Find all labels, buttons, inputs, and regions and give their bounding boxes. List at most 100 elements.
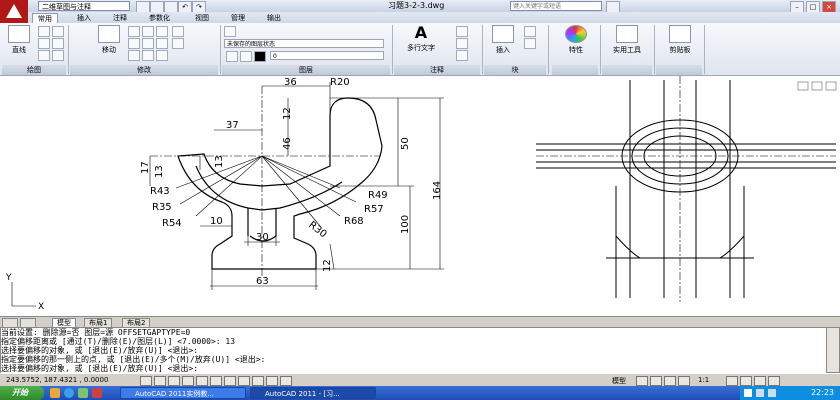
- quick-properties-icon[interactable]: [280, 376, 292, 386]
- sun-icon[interactable]: [240, 51, 252, 62]
- line-button[interactable]: 直线: [4, 25, 34, 55]
- command-window[interactable]: 当前设置: 删除源=否 图层=源 OFFSETGAPTYPE=0 指定偏移距离或…: [0, 327, 828, 375]
- utilities-button[interactable]: 实用工具: [604, 25, 650, 55]
- layer-state-dropdown[interactable]: 未保存的图层状态: [224, 39, 384, 48]
- search-input[interactable]: 键入关键字或短语: [510, 1, 602, 11]
- language-icon[interactable]: [744, 389, 752, 397]
- tab-annotate[interactable]: 注释: [108, 13, 132, 23]
- media-icon[interactable]: [78, 388, 88, 398]
- divider: [600, 25, 601, 74]
- properties-button[interactable]: 特性: [556, 25, 596, 55]
- dim-r30: R30: [306, 220, 328, 241]
- command-scrollbar[interactable]: [826, 327, 840, 373]
- annotation-visibility-icon[interactable]: [726, 376, 738, 386]
- leader-icon[interactable]: [456, 38, 468, 49]
- annotation-scale[interactable]: 1:1: [698, 376, 709, 384]
- tab-parametric[interactable]: 参数化: [144, 13, 175, 23]
- object-snap-icon[interactable]: [210, 376, 222, 386]
- current-layer-dropdown[interactable]: 0: [270, 51, 384, 60]
- mirror-icon[interactable]: [142, 38, 154, 49]
- create-block-icon[interactable]: [524, 26, 536, 37]
- polar-tracking-icon[interactable]: [196, 376, 208, 386]
- panel-properties-expander[interactable]: [552, 65, 598, 75]
- clipboard-button[interactable]: 剪贴板: [660, 25, 700, 55]
- ellipse-icon[interactable]: [38, 50, 50, 61]
- autocad-quick-icon[interactable]: [92, 388, 102, 398]
- clock[interactable]: 22:23: [811, 386, 834, 400]
- drawing-svg[interactable]: 36 R20 12 46 50 37 13 17 13 R43 R35 R54 …: [0, 76, 840, 316]
- stretch-icon[interactable]: [128, 50, 140, 61]
- zoom-icon[interactable]: [678, 376, 690, 386]
- tab-manage[interactable]: 管理: [226, 13, 250, 23]
- panel-modify-label[interactable]: 修改: [70, 65, 218, 75]
- trim-icon[interactable]: [142, 26, 154, 37]
- tab-insert[interactable]: 插入: [72, 13, 96, 23]
- model-space-label[interactable]: 模型: [612, 376, 626, 386]
- utilities-label: 实用工具: [613, 46, 641, 54]
- properties-label: 特性: [569, 46, 583, 54]
- lineweight-icon[interactable]: [266, 376, 278, 386]
- panel-annotation-label[interactable]: 注释: [394, 65, 480, 75]
- snap-mode-icon[interactable]: [154, 376, 166, 386]
- start-button[interactable]: 开始: [0, 386, 44, 400]
- workspace-switch-icon[interactable]: [740, 376, 752, 386]
- panel-utilities-expander[interactable]: [602, 65, 652, 75]
- quick-view-layouts-icon[interactable]: [636, 376, 648, 386]
- tab-view[interactable]: 视图: [190, 13, 214, 23]
- rotate-icon[interactable]: [128, 26, 140, 37]
- infer-constraints-icon[interactable]: [140, 376, 152, 386]
- command-line[interactable]: 选择要偏移的对象, 或 [退出(E)/放弃(U)] <退出>:: [1, 364, 827, 373]
- workspace-selector[interactable]: 二维草图与注释: [38, 1, 130, 11]
- lightbulb-icon[interactable]: [226, 51, 238, 62]
- drawing-canvas[interactable]: 36 R20 12 46 50 37 13 17 13 R43 R35 R54 …: [0, 76, 840, 316]
- quick-view-drawings-icon[interactable]: [650, 376, 662, 386]
- dimension-icon[interactable]: [456, 26, 468, 37]
- task-autocad-drawing[interactable]: AutoCAD 2011 - [习...: [250, 387, 376, 399]
- coordinate-readout[interactable]: 243.5752, 187.4321 , 0.0000: [6, 376, 108, 384]
- circle-icon[interactable]: [52, 26, 64, 37]
- autocad-logo-icon[interactable]: [0, 0, 28, 24]
- rectangle-icon[interactable]: [52, 38, 64, 49]
- edit-block-icon[interactable]: [524, 38, 536, 49]
- tab-output[interactable]: 输出: [262, 13, 286, 23]
- table-icon[interactable]: [456, 50, 468, 61]
- hatch-icon[interactable]: [52, 50, 64, 61]
- dynamic-input-icon[interactable]: [252, 376, 264, 386]
- lock-icon[interactable]: [754, 376, 766, 386]
- panel-block-label[interactable]: 块: [484, 65, 546, 75]
- polyline-icon[interactable]: [38, 26, 50, 37]
- mtext-button[interactable]: A 多行文字: [398, 25, 444, 53]
- volume-icon[interactable]: [768, 389, 776, 397]
- explode-icon[interactable]: [172, 26, 184, 37]
- panel-layers-label[interactable]: 图层: [222, 65, 390, 75]
- clean-screen-icon[interactable]: [768, 376, 780, 386]
- array-icon[interactable]: [156, 50, 168, 61]
- arc-icon[interactable]: [38, 38, 50, 49]
- task-autocad-tutorial[interactable]: AutoCAD 2011实例教...: [120, 387, 246, 399]
- divider: [68, 25, 69, 74]
- fillet-icon[interactable]: [156, 38, 168, 49]
- dynamic-ucs-icon[interactable]: [238, 376, 250, 386]
- erase-icon[interactable]: [156, 26, 168, 37]
- divider: [482, 25, 483, 74]
- divider: [548, 25, 549, 74]
- command-line: 当前设置: 删除源=否 图层=源 OFFSETGAPTYPE=0: [1, 328, 191, 337]
- offset-icon[interactable]: [172, 38, 184, 49]
- browser-icon[interactable]: [64, 388, 74, 398]
- document-title: 习题3-2-3.dwg: [388, 1, 445, 10]
- color-swatch-icon[interactable]: [254, 51, 266, 62]
- scale-icon[interactable]: [142, 50, 154, 61]
- folder-icon[interactable]: [50, 388, 60, 398]
- dim-100: 100: [400, 215, 411, 234]
- pan-icon[interactable]: [664, 376, 676, 386]
- layer-properties-icon[interactable]: [224, 26, 236, 37]
- move-button[interactable]: 移动: [94, 25, 124, 55]
- network-icon[interactable]: [756, 389, 764, 397]
- copy-icon[interactable]: [128, 38, 140, 49]
- panel-clipboard-expander[interactable]: [656, 65, 702, 75]
- panel-draw-label[interactable]: 绘图: [2, 65, 66, 75]
- ortho-mode-icon[interactable]: [182, 376, 194, 386]
- object-snap-tracking-icon[interactable]: [224, 376, 236, 386]
- grid-display-icon[interactable]: [168, 376, 180, 386]
- insert-button[interactable]: 插入: [488, 25, 518, 55]
